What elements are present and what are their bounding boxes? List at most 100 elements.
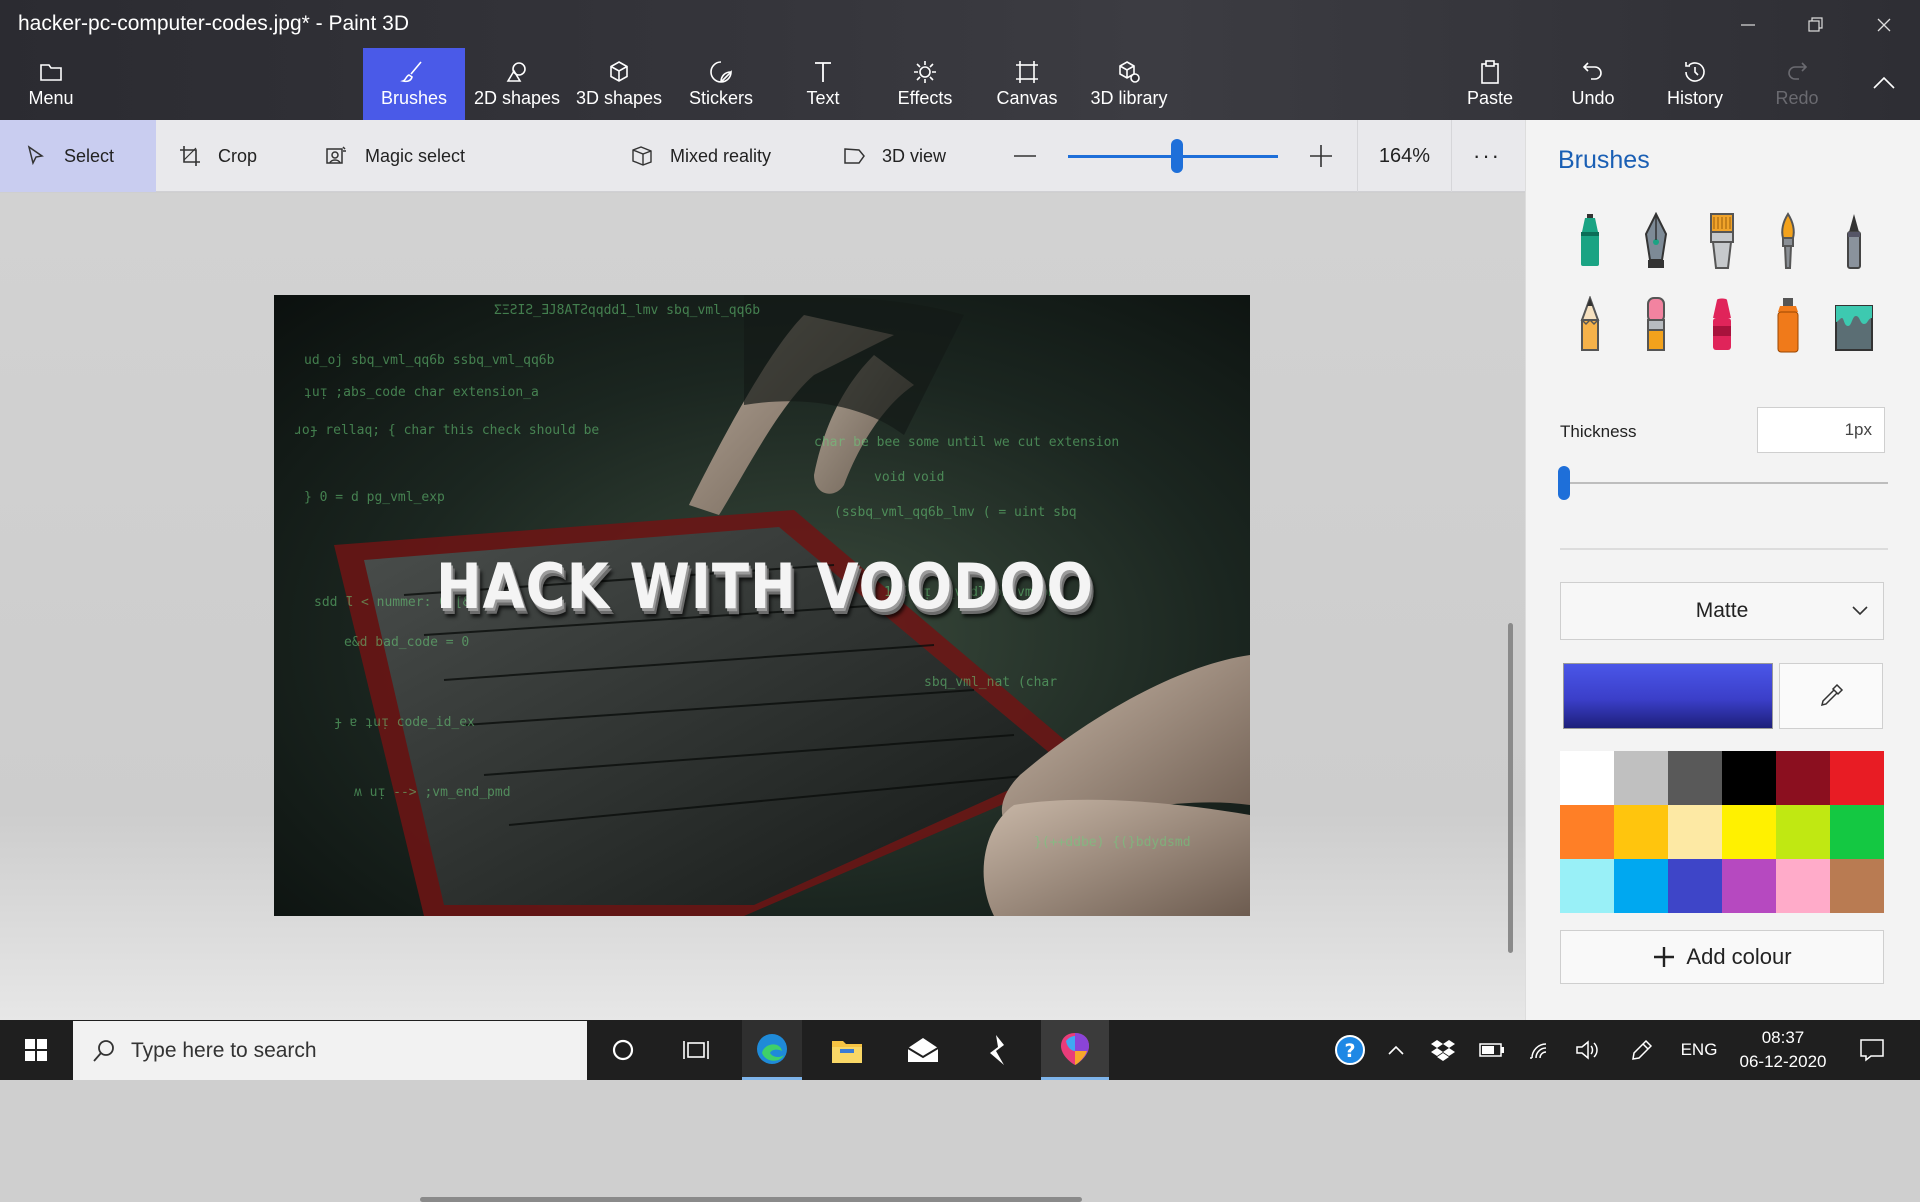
taskbar-paint-3d[interactable] xyxy=(1041,1020,1109,1080)
tab-2d-shapes[interactable]: 2D shapes xyxy=(466,48,568,120)
marker-icon[interactable] xyxy=(1570,212,1610,270)
history-button[interactable]: History xyxy=(1645,48,1745,120)
palette-swatch[interactable] xyxy=(1668,751,1722,805)
redo-button[interactable]: Redo xyxy=(1747,48,1847,120)
thickness-slider-thumb[interactable] xyxy=(1558,466,1570,500)
palette-swatch[interactable] xyxy=(1614,805,1668,859)
code-line: ʇuᴉ ;abs_code char extension_a xyxy=(304,385,539,400)
vertical-scrollbar[interactable] xyxy=(1508,623,1513,953)
tab-brushes[interactable]: Brushes xyxy=(363,48,465,120)
fill-bucket-icon[interactable] xyxy=(1834,296,1874,354)
select-button[interactable]: Select xyxy=(0,120,156,192)
undo-button[interactable]: Undo xyxy=(1543,48,1643,120)
eyedropper-button[interactable] xyxy=(1779,663,1883,729)
magic-select-button[interactable]: Magic select xyxy=(325,120,465,192)
thickness-slider-track[interactable] xyxy=(1560,482,1888,484)
help-tray-button[interactable]: ? xyxy=(1330,1020,1370,1080)
pixel-pen-icon[interactable] xyxy=(1834,212,1874,270)
taskbar-search[interactable]: Type here to search xyxy=(73,1021,587,1080)
notifications-button[interactable] xyxy=(1846,1020,1898,1080)
brush-icon xyxy=(400,61,422,83)
palette-swatch[interactable] xyxy=(1668,805,1722,859)
task-view-button[interactable] xyxy=(666,1020,726,1080)
clock[interactable]: 08:37 06-12-2020 xyxy=(1730,1020,1836,1080)
collapse-ribbon-button[interactable] xyxy=(1864,66,1904,100)
zoom-percentage[interactable]: 164% xyxy=(1357,120,1452,192)
oil-brush-icon[interactable] xyxy=(1702,212,1742,270)
tab-3d-library[interactable]: 3D library xyxy=(1078,48,1180,120)
close-button[interactable] xyxy=(1864,8,1904,42)
palette-swatch[interactable] xyxy=(1830,751,1884,805)
tab-canvas[interactable]: Canvas xyxy=(976,48,1078,120)
language-indicator[interactable]: ENG xyxy=(1670,1020,1728,1080)
eraser-icon[interactable] xyxy=(1636,296,1676,354)
zoom-slider-thumb[interactable] xyxy=(1171,139,1184,173)
redo-icon xyxy=(1788,62,1808,80)
tab-stickers[interactable]: Stickers xyxy=(670,48,772,120)
calligraphy-pen-icon[interactable] xyxy=(1636,212,1676,270)
crop-button[interactable]: Crop xyxy=(178,120,257,192)
spray-can-icon[interactable] xyxy=(1768,296,1808,354)
undo-icon xyxy=(1582,62,1602,80)
finish-dropdown[interactable]: Matte xyxy=(1560,582,1884,640)
tab-text[interactable]: Text xyxy=(772,48,874,120)
add-colour-button[interactable]: Add colour xyxy=(1560,930,1884,984)
shapes-2d-icon xyxy=(506,62,526,82)
menu-button[interactable]: Menu xyxy=(0,48,102,120)
palette-swatch[interactable] xyxy=(1560,859,1614,913)
paste-label: Paste xyxy=(1466,88,1514,108)
library-3d-icon xyxy=(1119,61,1140,83)
tab-3d-shapes[interactable]: 3D shapes xyxy=(568,48,670,120)
taskbar-file-explorer[interactable] xyxy=(817,1020,877,1080)
canvas-image[interactable]: ΣΞƧIƧ_ƎJ8ATƧqqdd1_lmv sbq_vml_qq6b ud_oj… xyxy=(274,295,1250,916)
3d-view-button[interactable]: 3D view xyxy=(842,120,946,192)
notification-icon xyxy=(1860,1039,1884,1062)
sticker-icon xyxy=(710,61,732,83)
show-hidden-icons-button[interactable] xyxy=(1382,1020,1410,1080)
minimize-button[interactable] xyxy=(1728,8,1768,42)
lightning-app-icon xyxy=(990,1035,1004,1065)
current-color-swatch[interactable] xyxy=(1563,663,1773,729)
palette-swatch[interactable] xyxy=(1830,805,1884,859)
restore-button[interactable] xyxy=(1795,8,1835,42)
battery-tray[interactable] xyxy=(1470,1020,1514,1080)
text-icon xyxy=(815,62,831,82)
pen-tray[interactable] xyxy=(1620,1020,1664,1080)
horizontal-scrollbar[interactable] xyxy=(420,1197,1082,1202)
cortana-button[interactable] xyxy=(593,1020,653,1080)
thickness-input[interactable] xyxy=(1757,407,1885,453)
palette-swatch[interactable] xyxy=(1830,859,1884,913)
tab-label: 3D shapes xyxy=(575,88,663,108)
tab-effects[interactable]: Effects xyxy=(874,48,976,120)
palette-swatch[interactable] xyxy=(1722,751,1776,805)
volume-tray[interactable] xyxy=(1566,1020,1610,1080)
dropbox-tray[interactable] xyxy=(1420,1020,1466,1080)
taskbar-edge[interactable] xyxy=(742,1020,802,1080)
taskbar-mail[interactable] xyxy=(893,1020,953,1080)
pencil-icon[interactable] xyxy=(1570,296,1610,354)
watercolor-icon[interactable] xyxy=(1768,212,1808,270)
palette-swatch[interactable] xyxy=(1722,805,1776,859)
network-tray[interactable] xyxy=(1518,1020,1562,1080)
paste-button[interactable]: Paste xyxy=(1440,48,1540,120)
zoom-out-button[interactable] xyxy=(1012,120,1052,192)
palette-swatch[interactable] xyxy=(1722,859,1776,913)
palette-swatch[interactable] xyxy=(1776,805,1830,859)
canvas-3d-text[interactable]: HACK WITH VOODOO xyxy=(436,550,1094,623)
palette-swatch[interactable] xyxy=(1614,751,1668,805)
more-options-button[interactable]: ··· xyxy=(1473,120,1501,192)
palette-swatch[interactable] xyxy=(1776,859,1830,913)
palette-swatch[interactable] xyxy=(1560,751,1614,805)
palette-swatch[interactable] xyxy=(1776,751,1830,805)
start-button[interactable] xyxy=(6,1020,66,1080)
zoom-in-button[interactable] xyxy=(1308,120,1348,192)
color-palette xyxy=(1560,751,1884,913)
code-line: ɹoɟ rellaq; { char this check should be xyxy=(294,423,600,438)
palette-swatch[interactable] xyxy=(1560,805,1614,859)
taskbar-app[interactable] xyxy=(968,1020,1028,1080)
crayon-icon[interactable] xyxy=(1702,296,1742,354)
palette-swatch[interactable] xyxy=(1614,859,1668,913)
code-line: }(++ddbe) {(}bdydsmd xyxy=(1034,835,1191,850)
palette-swatch[interactable] xyxy=(1668,859,1722,913)
mixed-reality-button[interactable]: Mixed reality xyxy=(630,120,771,192)
